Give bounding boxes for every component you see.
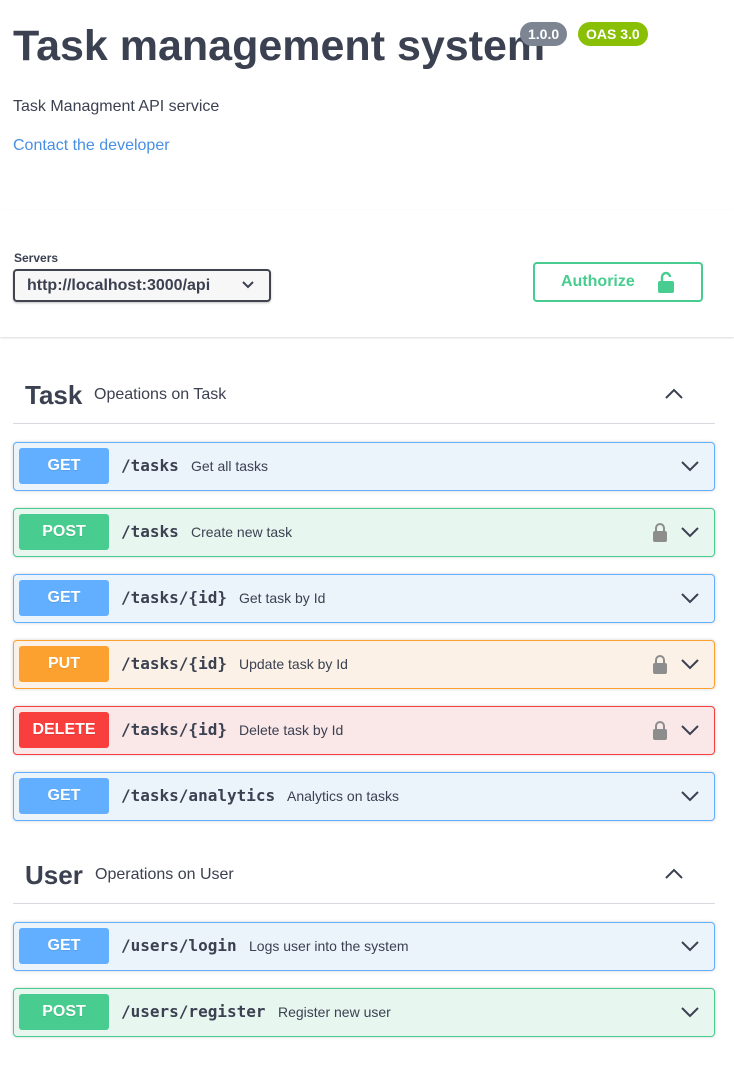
chevron-down-icon [681,527,699,538]
chevron-down-icon [681,593,699,604]
chevron-up-icon [665,388,683,399]
chevron-up-icon [665,868,683,879]
chevron-down-icon [242,281,254,289]
method-badge: GET [19,448,109,484]
method-badge: PUT [19,646,109,682]
operation-get[interactable]: GET/users/login Logs user into the system [13,922,715,971]
chevron-down-icon [681,461,699,472]
chevron-down-icon [681,725,699,736]
operation-summary: Register new user [278,1004,391,1020]
operation-path: /tasks/{id} [121,720,227,739]
operation-path: /tasks [121,522,179,541]
lock-icon [653,655,667,674]
page-title: Task management system [13,22,546,70]
contact-link[interactable]: Contact the developer [13,137,170,155]
operation-summary: Create new task [191,524,293,540]
section-description: Opeations on Task [94,386,227,403]
operation-delete[interactable]: DELETE/tasks/{id} Delete task by Id [13,706,715,755]
chevron-down-icon [681,791,699,802]
section-name: Task [25,380,83,410]
operation-path: /tasks/{id} [121,654,227,673]
lock-icon [653,721,667,740]
operation-post[interactable]: POST/users/register Register new user [13,988,715,1037]
chevron-down-icon [681,1007,699,1018]
method-badge: DELETE [19,712,109,748]
operation-summary: Update task by Id [239,656,348,672]
operation-get[interactable]: GET/tasks Get all tasks [13,442,715,491]
operation-summary: Get all tasks [191,458,269,474]
version-badge: 1.0.0 [520,22,568,46]
operation-path: /users/login [121,936,237,955]
operation-path: /tasks/{id} [121,588,227,607]
section-name: User [25,860,83,890]
section-header-task[interactable]: Task Opeations on Task [13,376,715,424]
server-select-value: http://localhost:3000/api [27,277,211,294]
api-description: Task Managment API service [13,98,220,115]
operation-get[interactable]: GET/tasks/analytics Analytics on tasks [13,772,715,821]
operation-summary: Logs user into the system [249,938,409,954]
section-description: Operations on User [95,866,234,883]
operation-summary: Analytics on tasks [287,788,400,804]
method-badge: POST [19,514,109,550]
operation-path: /users/register [121,1002,266,1021]
operation-summary: Delete task by Id [239,722,344,738]
operation-path: /tasks [121,456,179,475]
server-select[interactable]: http://localhost:3000/api [13,269,271,302]
operation-summary: Get task by Id [239,590,326,606]
oas-badge: OAS 3.0 [578,22,648,46]
unlocked-icon [658,271,674,293]
section-header-user[interactable]: User Operations on User [13,856,715,904]
authorize-label: Authorize [561,273,635,290]
authorize-button[interactable]: Authorize [533,262,703,302]
method-badge: GET [19,778,109,814]
operation-put[interactable]: PUT/tasks/{id} Update task by Id [13,640,715,689]
servers-label: Servers [14,251,59,265]
lock-icon [653,523,667,542]
method-badge: POST [19,994,109,1030]
method-badge: GET [19,928,109,964]
operation-get[interactable]: GET/tasks/{id} Get task by Id [13,574,715,623]
chevron-down-icon [681,659,699,670]
operation-post[interactable]: POST/tasks Create new task [13,508,715,557]
chevron-down-icon [681,941,699,952]
method-badge: GET [19,580,109,616]
operation-path: /tasks/analytics [121,786,276,805]
